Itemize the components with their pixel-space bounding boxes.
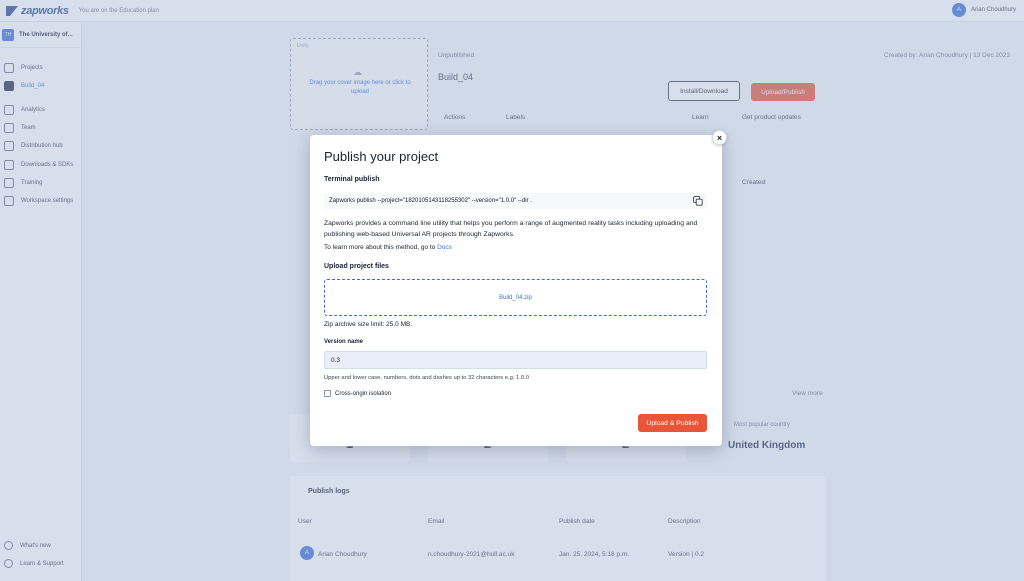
learn-more-line: To learn more about this method, go to D…: [324, 244, 452, 251]
upload-publish-submit-button[interactable]: Upload & Publish: [638, 414, 707, 432]
version-name-label: Version name: [324, 339, 364, 345]
command-box: Zapworks publish --project="182010514311…: [324, 193, 707, 209]
learn-more-text: To learn more about this method, go to: [324, 244, 436, 251]
publish-modal: × Publish your project Terminal publish …: [310, 130, 727, 446]
upload-files-heading: Upload project files: [324, 263, 389, 270]
command-text: Zapworks publish --project="182010514311…: [329, 198, 532, 204]
copy-icon[interactable]: [693, 196, 703, 206]
file-dropzone[interactable]: Build_04.zip: [324, 279, 707, 316]
cli-description: Zapworks provides a command line utility…: [324, 220, 698, 238]
cross-origin-label: Cross-origin isolation: [335, 390, 392, 397]
file-name: Build_04.zip: [499, 294, 532, 301]
cross-origin-checkbox[interactable]: [324, 390, 331, 397]
docs-link[interactable]: Docs: [437, 244, 452, 251]
zip-size-limit: Zip archive size limit: 25.0 MB.: [324, 321, 413, 328]
modal-title: Publish your project: [324, 149, 439, 164]
version-name-input[interactable]: [324, 351, 707, 369]
cross-origin-option[interactable]: Cross-origin isolation: [324, 390, 391, 397]
close-icon: ×: [716, 132, 723, 143]
version-help-text: Upper and lower case, numbers, dots and …: [324, 375, 529, 381]
terminal-publish-heading: Terminal publish: [324, 176, 380, 183]
close-button[interactable]: ×: [712, 130, 727, 145]
